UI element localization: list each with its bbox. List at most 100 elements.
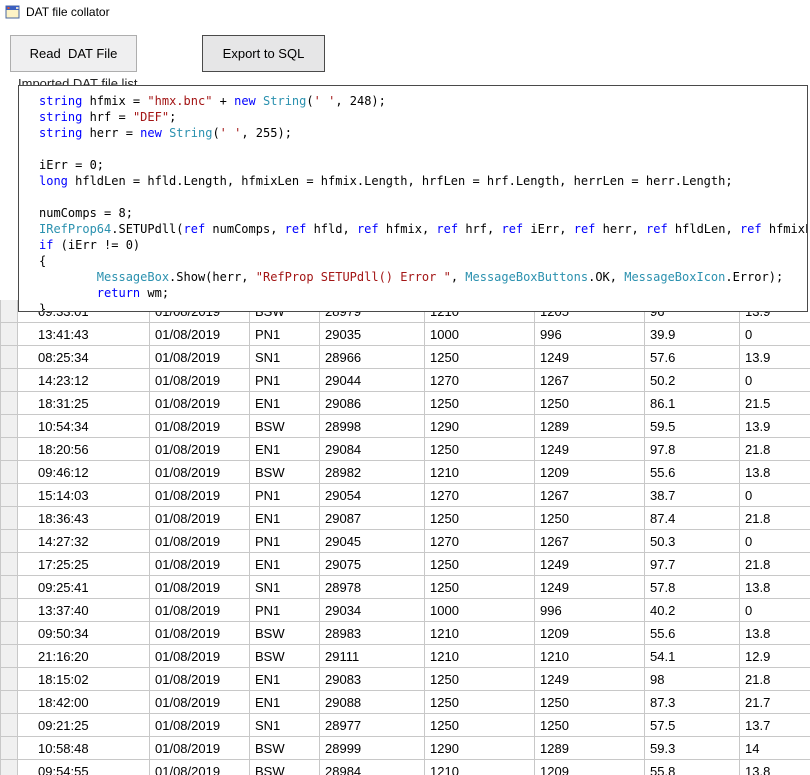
table-cell[interactable]: EN1 xyxy=(250,438,320,461)
table-cell[interactable]: 38.7 xyxy=(645,484,740,507)
table-cell[interactable]: 29086 xyxy=(320,392,425,415)
table-row[interactable]: 09:54:5501/08/2019BSW289841210120955.813… xyxy=(0,760,810,775)
table-cell[interactable]: 55.6 xyxy=(645,461,740,484)
table-row[interactable]: 09:46:1201/08/2019BSW289821210120955.613… xyxy=(0,461,810,484)
table-cell[interactable]: 01/08/2019 xyxy=(150,691,250,714)
table-cell[interactable]: 01/08/2019 xyxy=(150,484,250,507)
table-cell[interactable]: 10:54:34 xyxy=(18,415,150,438)
row-header-cell[interactable] xyxy=(0,668,18,691)
table-cell[interactable]: 29045 xyxy=(320,530,425,553)
table-row[interactable]: 09:50:3401/08/2019BSW289831210120955.613… xyxy=(0,622,810,645)
table-cell[interactable]: 21.5 xyxy=(740,392,810,415)
table-cell[interactable]: 29054 xyxy=(320,484,425,507)
table-cell[interactable]: 18:42:00 xyxy=(18,691,150,714)
table-row[interactable]: 18:20:5601/08/2019EN1290841250124997.821… xyxy=(0,438,810,461)
table-cell[interactable]: 09:46:12 xyxy=(18,461,150,484)
data-grid[interactable]: 09:33:0101/08/2019BSW28979121012059613.9… xyxy=(0,300,810,775)
table-cell[interactable]: 1270 xyxy=(425,484,535,507)
table-cell[interactable]: 13.8 xyxy=(740,576,810,599)
table-cell[interactable]: 1209 xyxy=(535,622,645,645)
table-cell[interactable]: 1209 xyxy=(535,760,645,775)
table-cell[interactable]: PN1 xyxy=(250,369,320,392)
table-cell[interactable]: 1250 xyxy=(425,714,535,737)
table-cell[interactable]: 28984 xyxy=(320,760,425,775)
table-cell[interactable]: 01/08/2019 xyxy=(150,737,250,760)
table-cell[interactable]: 29083 xyxy=(320,668,425,691)
table-row[interactable]: 18:36:4301/08/2019EN1290871250125087.421… xyxy=(0,507,810,530)
row-header-cell[interactable] xyxy=(0,461,18,484)
table-cell[interactable]: BSW xyxy=(250,415,320,438)
table-cell[interactable]: 1249 xyxy=(535,438,645,461)
table-cell[interactable]: 1290 xyxy=(425,737,535,760)
table-cell[interactable]: 12.9 xyxy=(740,645,810,668)
table-cell[interactable]: 01/08/2019 xyxy=(150,553,250,576)
table-cell[interactable]: 21:16:20 xyxy=(18,645,150,668)
table-cell[interactable]: 55.6 xyxy=(645,622,740,645)
table-cell[interactable]: 1250 xyxy=(425,576,535,599)
table-cell[interactable]: 13.7 xyxy=(740,714,810,737)
table-cell[interactable]: 01/08/2019 xyxy=(150,622,250,645)
row-header-cell[interactable] xyxy=(0,438,18,461)
table-cell[interactable]: 1210 xyxy=(425,622,535,645)
table-cell[interactable]: 18:31:25 xyxy=(18,392,150,415)
table-cell[interactable]: 09:25:41 xyxy=(18,576,150,599)
table-cell[interactable]: 08:25:34 xyxy=(18,346,150,369)
table-cell[interactable]: 86.1 xyxy=(645,392,740,415)
table-cell[interactable]: 29075 xyxy=(320,553,425,576)
table-cell[interactable]: EN1 xyxy=(250,507,320,530)
table-cell[interactable]: 18:20:56 xyxy=(18,438,150,461)
table-cell[interactable]: 29084 xyxy=(320,438,425,461)
row-header-cell[interactable] xyxy=(0,760,18,775)
table-row[interactable]: 13:37:4001/08/2019PN129034100099640.20 xyxy=(0,599,810,622)
table-cell[interactable]: 55.8 xyxy=(645,760,740,775)
row-header-cell[interactable] xyxy=(0,576,18,599)
table-cell[interactable]: 1289 xyxy=(535,737,645,760)
table-cell[interactable]: 13:41:43 xyxy=(18,323,150,346)
table-cell[interactable]: EN1 xyxy=(250,553,320,576)
table-cell[interactable]: 50.3 xyxy=(645,530,740,553)
table-cell[interactable]: 29111 xyxy=(320,645,425,668)
table-cell[interactable]: 1267 xyxy=(535,369,645,392)
table-cell[interactable]: 01/08/2019 xyxy=(150,714,250,737)
table-cell[interactable]: 18:15:02 xyxy=(18,668,150,691)
table-cell[interactable]: 09:54:55 xyxy=(18,760,150,775)
table-cell[interactable]: 1250 xyxy=(425,346,535,369)
table-cell[interactable]: 59.3 xyxy=(645,737,740,760)
table-cell[interactable]: 1250 xyxy=(535,714,645,737)
table-cell[interactable]: 01/08/2019 xyxy=(150,323,250,346)
table-cell[interactable]: 01/08/2019 xyxy=(150,369,250,392)
table-cell[interactable]: 1250 xyxy=(425,668,535,691)
table-cell[interactable]: 01/08/2019 xyxy=(150,530,250,553)
table-row[interactable]: 18:31:2501/08/2019EN1290861250125086.121… xyxy=(0,392,810,415)
table-row[interactable]: 10:54:3401/08/2019BSW289981290128959.513… xyxy=(0,415,810,438)
table-cell[interactable]: 28998 xyxy=(320,415,425,438)
table-cell[interactable]: 1250 xyxy=(535,507,645,530)
table-cell[interactable]: 1250 xyxy=(425,691,535,714)
table-cell[interactable]: 996 xyxy=(535,599,645,622)
table-cell[interactable]: 21.8 xyxy=(740,438,810,461)
table-row[interactable]: 18:42:0001/08/2019EN1290881250125087.321… xyxy=(0,691,810,714)
table-cell[interactable]: 57.5 xyxy=(645,714,740,737)
row-header-cell[interactable] xyxy=(0,645,18,668)
table-cell[interactable]: 1250 xyxy=(425,553,535,576)
table-cell[interactable]: 0 xyxy=(740,599,810,622)
table-cell[interactable]: 1249 xyxy=(535,576,645,599)
table-cell[interactable]: 28982 xyxy=(320,461,425,484)
table-cell[interactable]: 57.6 xyxy=(645,346,740,369)
table-cell[interactable]: 28966 xyxy=(320,346,425,369)
table-cell[interactable]: 1210 xyxy=(535,645,645,668)
table-cell[interactable]: 1210 xyxy=(425,760,535,775)
row-header-cell[interactable] xyxy=(0,484,18,507)
table-cell[interactable]: EN1 xyxy=(250,691,320,714)
table-cell[interactable]: 59.5 xyxy=(645,415,740,438)
table-row[interactable]: 21:16:2001/08/2019BSW291111210121054.112… xyxy=(0,645,810,668)
table-cell[interactable]: 14:23:12 xyxy=(18,369,150,392)
table-cell[interactable]: 10:58:48 xyxy=(18,737,150,760)
table-cell[interactable]: 1290 xyxy=(425,415,535,438)
table-cell[interactable]: BSW xyxy=(250,645,320,668)
row-header-cell[interactable] xyxy=(0,714,18,737)
row-header-cell[interactable] xyxy=(0,622,18,645)
table-cell[interactable]: 1250 xyxy=(535,691,645,714)
table-cell[interactable]: 15:14:03 xyxy=(18,484,150,507)
table-cell[interactable]: 21.8 xyxy=(740,507,810,530)
